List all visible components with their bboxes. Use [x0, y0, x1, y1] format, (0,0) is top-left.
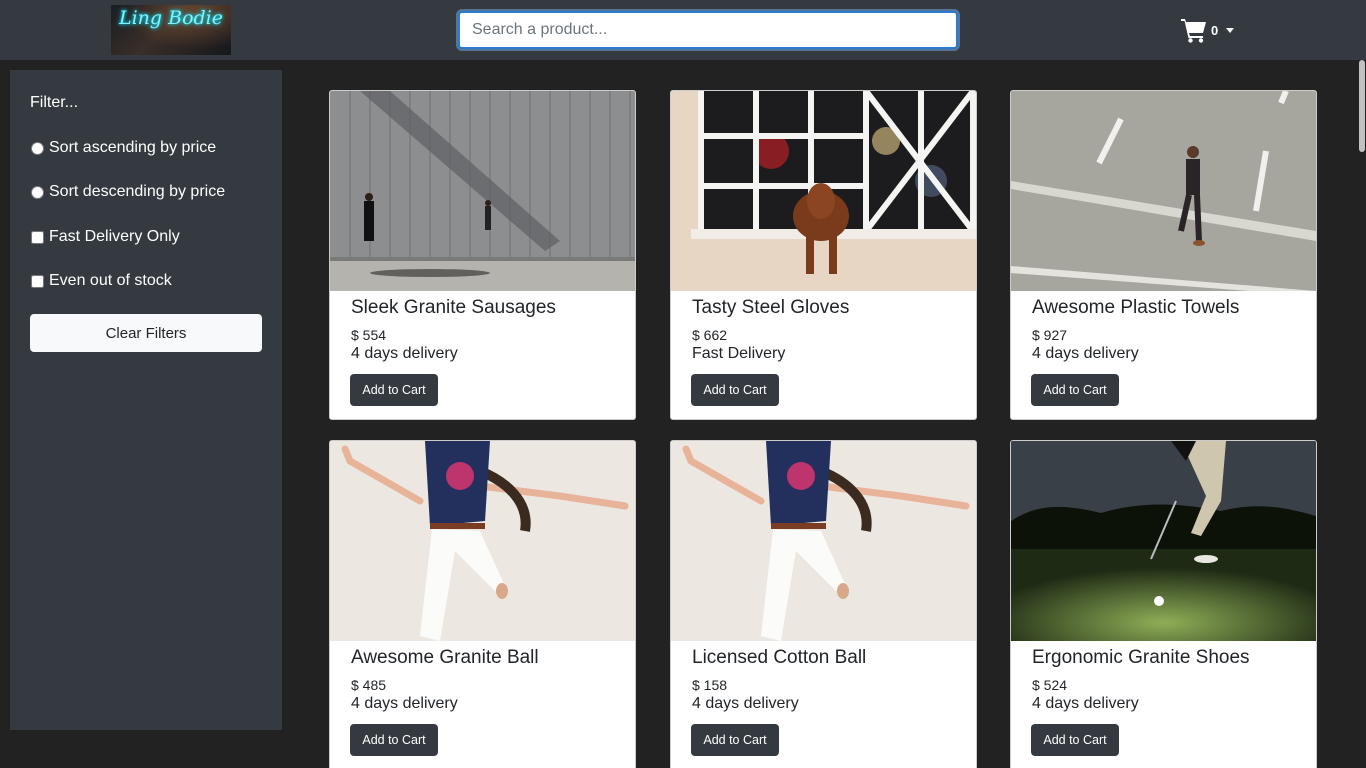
add-to-cart-button[interactable]: Add to Cart	[1031, 374, 1119, 406]
out-of-stock-checkbox[interactable]	[31, 274, 44, 288]
product-price: $ 554	[351, 327, 387, 343]
search-input[interactable]	[458, 11, 958, 49]
sort-descending-radio[interactable]	[31, 185, 44, 199]
fast-delivery-option[interactable]: Fast Delivery Only	[30, 227, 180, 247]
product-delivery: 4 days delivery	[1032, 695, 1139, 712]
page-scrollbar[interactable]	[1358, 60, 1366, 768]
cart-count-badge: 0	[1211, 22, 1219, 38]
jumping-woman-photo	[671, 441, 976, 641]
product-title: Ergonomic Granite Shoes	[1032, 647, 1250, 668]
out-of-stock-option[interactable]: Even out of stock	[30, 271, 172, 291]
caret-down-icon	[1226, 27, 1235, 33]
cart-dropdown-button[interactable]: 0	[1180, 14, 1235, 46]
product-price: $ 927	[1032, 327, 1068, 343]
product-image[interactable]	[330, 441, 635, 641]
man-walking-road-photo	[1011, 91, 1316, 291]
product-delivery: 4 days delivery	[351, 695, 458, 712]
product-card: Sleek Granite Sausages $ 554 4 days deli…	[329, 90, 636, 420]
product-image[interactable]	[671, 91, 976, 291]
sort-ascending-option[interactable]: Sort ascending by price	[30, 138, 216, 158]
filter-title: Filter...	[30, 94, 79, 111]
product-price: $ 158	[692, 677, 728, 693]
add-to-cart-button[interactable]: Add to Cart	[691, 374, 779, 406]
clear-filters-button[interactable]: Clear Filters	[30, 314, 262, 352]
sort-ascending-radio[interactable]	[31, 141, 44, 155]
product-title: Tasty Steel Gloves	[692, 297, 850, 318]
shopping-cart-icon	[1181, 19, 1206, 43]
product-title: Awesome Plastic Towels	[1032, 297, 1240, 318]
out-of-stock-label: Even out of stock	[49, 272, 172, 289]
brand-logo[interactable]: Ling Bodie	[111, 5, 231, 55]
product-price: $ 485	[351, 677, 387, 693]
sort-descending-option[interactable]: Sort descending by price	[30, 182, 225, 202]
add-to-cart-button[interactable]: Add to Cart	[350, 374, 438, 406]
product-delivery: Fast Delivery	[692, 345, 786, 362]
product-card: Tasty Steel Gloves $ 662 Fast Delivery A…	[670, 90, 977, 420]
product-image[interactable]	[1011, 441, 1316, 641]
add-to-cart-button[interactable]: Add to Cart	[691, 724, 779, 756]
product-card: Ergonomic Granite Shoes $ 524 4 days del…	[1010, 440, 1317, 768]
product-delivery: 4 days delivery	[1032, 345, 1139, 362]
product-card: Awesome Plastic Towels $ 927 4 days deli…	[1010, 90, 1317, 420]
sort-ascending-label: Sort ascending by price	[49, 139, 217, 156]
product-delivery: 4 days delivery	[351, 345, 458, 362]
product-price: $ 524	[1032, 677, 1068, 693]
logo-text: Ling Bodie	[118, 7, 224, 29]
product-image[interactable]	[330, 91, 635, 291]
scrollbar-thumb[interactable]	[1359, 60, 1365, 152]
product-image[interactable]	[1011, 91, 1316, 291]
night-golf-photo	[1011, 441, 1316, 641]
fast-delivery-label: Fast Delivery Only	[49, 228, 180, 245]
add-to-cart-button[interactable]: Add to Cart	[1031, 724, 1119, 756]
fast-delivery-checkbox[interactable]	[31, 230, 44, 244]
product-card: Awesome Granite Ball $ 485 4 days delive…	[329, 440, 636, 768]
dachshund-window-photo	[671, 91, 976, 291]
product-delivery: 4 days delivery	[692, 695, 799, 712]
sort-descending-label: Sort descending by price	[49, 183, 226, 200]
product-card: Licensed Cotton Ball $ 158 4 days delive…	[670, 440, 977, 768]
product-image[interactable]	[671, 441, 976, 641]
product-price: $ 662	[692, 327, 728, 343]
product-title: Awesome Granite Ball	[351, 647, 539, 668]
product-title: Licensed Cotton Ball	[692, 647, 867, 668]
add-to-cart-button[interactable]: Add to Cart	[350, 724, 438, 756]
product-title: Sleek Granite Sausages	[351, 297, 556, 318]
jumping-woman-photo	[330, 441, 635, 641]
filter-sidebar: Filter... Sort ascending by price Sort d…	[10, 70, 282, 730]
navbar: Ling Bodie 0	[0, 0, 1366, 60]
warehouse-street-photo	[330, 91, 635, 291]
